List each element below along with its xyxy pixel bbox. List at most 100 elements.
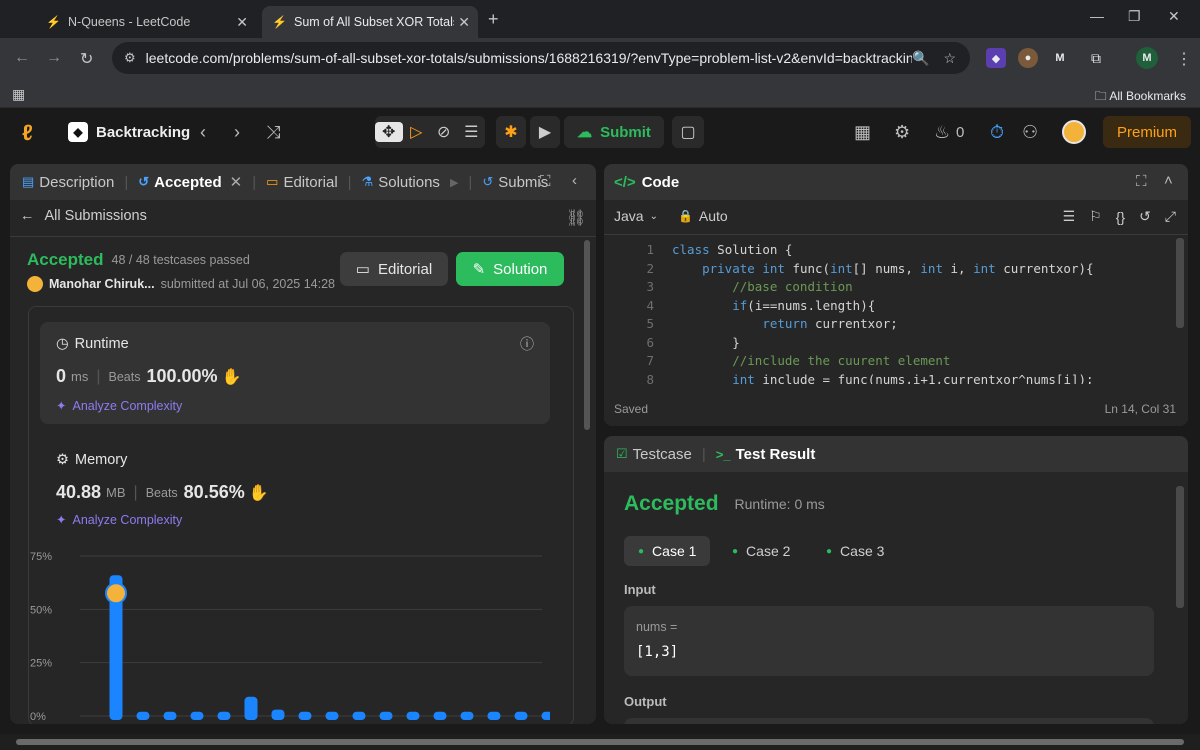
new-tab-icon[interactable]: + <box>488 9 499 30</box>
restore-icon[interactable]: ❐ <box>1128 8 1141 25</box>
debug-button[interactable]: ✱ <box>496 116 526 148</box>
more-tabs-icon[interactable]: ▶ <box>450 176 458 189</box>
runtime-card[interactable]: ◷ Runtime ⓘ 0 ms | Beats 100.00% ✋ ✦ Anal… <box>40 322 550 424</box>
bookmark-star-icon[interactable]: ☆ <box>943 50 956 67</box>
code-editor[interactable]: 1 class Solution {2 private int func(int[… <box>614 242 1168 390</box>
hide-icon[interactable]: ⊘ <box>430 122 458 142</box>
settings-gear-icon[interactable]: ⚙ <box>894 122 910 143</box>
url-text[interactable]: leetcode.com/problems/sum-of-all-subset-… <box>146 50 912 66</box>
chart-bar[interactable] <box>190 711 204 720</box>
maximize-icon[interactable]: ⛶ <box>1136 173 1147 190</box>
user-avatar[interactable] <box>1062 120 1086 144</box>
chart-bar[interactable] <box>352 711 366 720</box>
streak-flame-icon[interactable]: ♨ <box>934 122 950 143</box>
chart-bar[interactable] <box>460 711 474 720</box>
chart-bar[interactable] <box>325 711 339 720</box>
tab-editorial[interactable]: ▭ Editorial <box>266 174 338 191</box>
leetcode-logo-icon[interactable]: ℓ <box>22 120 33 146</box>
close-tab-icon[interactable]: ✕ <box>230 173 243 191</box>
braces-icon[interactable]: {} <box>1116 209 1125 225</box>
code-line[interactable]: 5 return currentxor; <box>614 316 1168 335</box>
problem-list-title[interactable]: ◆ Backtracking <box>68 122 190 142</box>
run-outline-icon[interactable]: ▷ <box>403 122 431 142</box>
code-scrollbar[interactable] <box>1176 238 1184 328</box>
format-icon[interactable]: ☰ <box>1063 208 1076 225</box>
drag-move-icon[interactable]: ✥ <box>375 122 403 142</box>
browser-menu-icon[interactable]: ⋮ <box>1176 49 1192 69</box>
shuffle-icon[interactable]: ⤨ <box>266 122 280 143</box>
editorial-button[interactable]: ▭ Editorial <box>340 252 448 286</box>
chart-bar[interactable] <box>433 711 447 720</box>
case-2-tab[interactable]: ● Case 2 <box>718 536 804 566</box>
profile-avatar[interactable]: M <box>1136 47 1158 69</box>
chart-bar[interactable] <box>244 696 258 720</box>
all-bookmarks[interactable]: 🗀 All Bookmarks <box>1095 87 1186 108</box>
distribution-chart[interactable]: 75% 50% 25% 0% <box>30 548 550 724</box>
reload-icon[interactable]: ↻ <box>80 49 93 69</box>
horizontal-scrollbar-thumb[interactable] <box>16 739 1184 745</box>
chart-bar[interactable] <box>298 711 312 720</box>
chart-bar[interactable] <box>163 711 177 720</box>
close-tab-icon[interactable]: ✕ <box>236 14 248 31</box>
extension-owl-icon[interactable]: ● <box>1018 48 1038 68</box>
analyze-complexity-runtime[interactable]: ✦ Analyze Complexity <box>56 398 182 414</box>
tab-test-result[interactable]: >_ Test Result <box>716 446 816 463</box>
code-line[interactable]: 7 //include the cuurent element <box>614 353 1168 372</box>
left-scrollbar[interactable] <box>584 240 590 430</box>
code-line[interactable]: 1 class Solution { <box>614 242 1168 261</box>
submit-button[interactable]: ☁ Submit <box>564 116 664 148</box>
back-icon[interactable]: ← <box>14 49 30 67</box>
chevron-down-icon[interactable]: ⌄ <box>650 211 658 222</box>
collapse-up-icon[interactable]: ˄ <box>1164 172 1173 189</box>
case-1-tab[interactable]: ● Case 1 <box>624 536 711 566</box>
extension-m-icon[interactable]: M <box>1050 48 1070 68</box>
code-line[interactable]: 4 if(i==nums.length){ <box>614 298 1168 317</box>
fullscreen-icon[interactable]: ⤢ <box>1165 208 1176 225</box>
run-button[interactable]: ▶ <box>530 116 560 148</box>
next-problem-icon[interactable]: › <box>234 122 240 143</box>
layout-grid-icon[interactable]: ▦ <box>854 122 871 143</box>
tab-submissions[interactable]: ↺ Submis <box>482 174 548 191</box>
apps-grid-icon[interactable]: ▦ <box>12 86 25 103</box>
tab-solutions[interactable]: ⚗ Solutions ▶ <box>362 174 459 191</box>
add-friend-icon[interactable]: ⚇ <box>1022 122 1038 143</box>
chart-bar[interactable] <box>136 711 150 720</box>
timer-icon[interactable]: ⏱ <box>990 122 1004 143</box>
case-3-tab[interactable]: ● Case 3 <box>812 536 898 566</box>
tab-accepted[interactable]: ↺ Accepted ✕ <box>138 173 243 192</box>
language-select[interactable]: Java <box>614 208 644 224</box>
chart-bar[interactable] <box>487 711 501 720</box>
share-link-icon[interactable]: ⛓ <box>566 208 586 228</box>
site-info-icon[interactable]: ⚙ <box>124 50 136 66</box>
submitter-name[interactable]: Manohar Chiruk... <box>49 277 155 291</box>
settings-sliders-icon[interactable]: ☰ <box>458 122 486 142</box>
omnibox[interactable]: ⚙ leetcode.com/problems/sum-of-all-subse… <box>112 42 970 74</box>
code-line[interactable]: 6 } <box>614 335 1168 354</box>
info-icon[interactable]: ⓘ <box>520 334 534 354</box>
zoom-icon[interactable]: 🔍 <box>912 50 929 67</box>
reset-icon[interactable]: ↺ <box>1139 208 1151 225</box>
code-line[interactable]: 3 //base condition <box>614 279 1168 298</box>
chart-bar[interactable] <box>541 711 551 720</box>
notes-button[interactable]: ▢ <box>672 116 704 148</box>
browser-tab-xor[interactable]: ⚡ Sum of All Subset XOR Totals - L ✕ <box>262 6 478 38</box>
extension-icon[interactable]: ◆ <box>986 48 1006 68</box>
chart-bar[interactable] <box>217 711 231 720</box>
forward-icon[interactable]: → <box>46 49 62 67</box>
solution-button[interactable]: ✎ Solution <box>456 252 564 286</box>
maximize-icon[interactable]: ⛶ <box>540 173 551 190</box>
result-scrollbar[interactable] <box>1176 486 1184 608</box>
tab-testcase[interactable]: ☑ Testcase <box>616 446 692 463</box>
analyze-complexity-memory[interactable]: ✦ Analyze Complexity <box>56 512 182 528</box>
close-tab-icon[interactable]: ✕ <box>458 14 470 31</box>
premium-button[interactable]: Premium <box>1103 116 1191 148</box>
mode-label[interactable]: Auto <box>699 208 728 224</box>
chart-bar[interactable] <box>514 711 528 720</box>
chart-bar[interactable] <box>406 711 420 720</box>
chart-bar[interactable] <box>271 709 285 720</box>
close-window-icon[interactable]: ✕ <box>1168 8 1180 25</box>
tab-description[interactable]: ▤ Description <box>22 174 114 191</box>
extensions-puzzle-icon[interactable]: ⧉ <box>1086 48 1106 68</box>
all-submissions-link[interactable]: ← All Submissions <box>20 208 147 224</box>
code-line[interactable]: 2 private int func(int[] nums, int i, in… <box>614 261 1168 280</box>
